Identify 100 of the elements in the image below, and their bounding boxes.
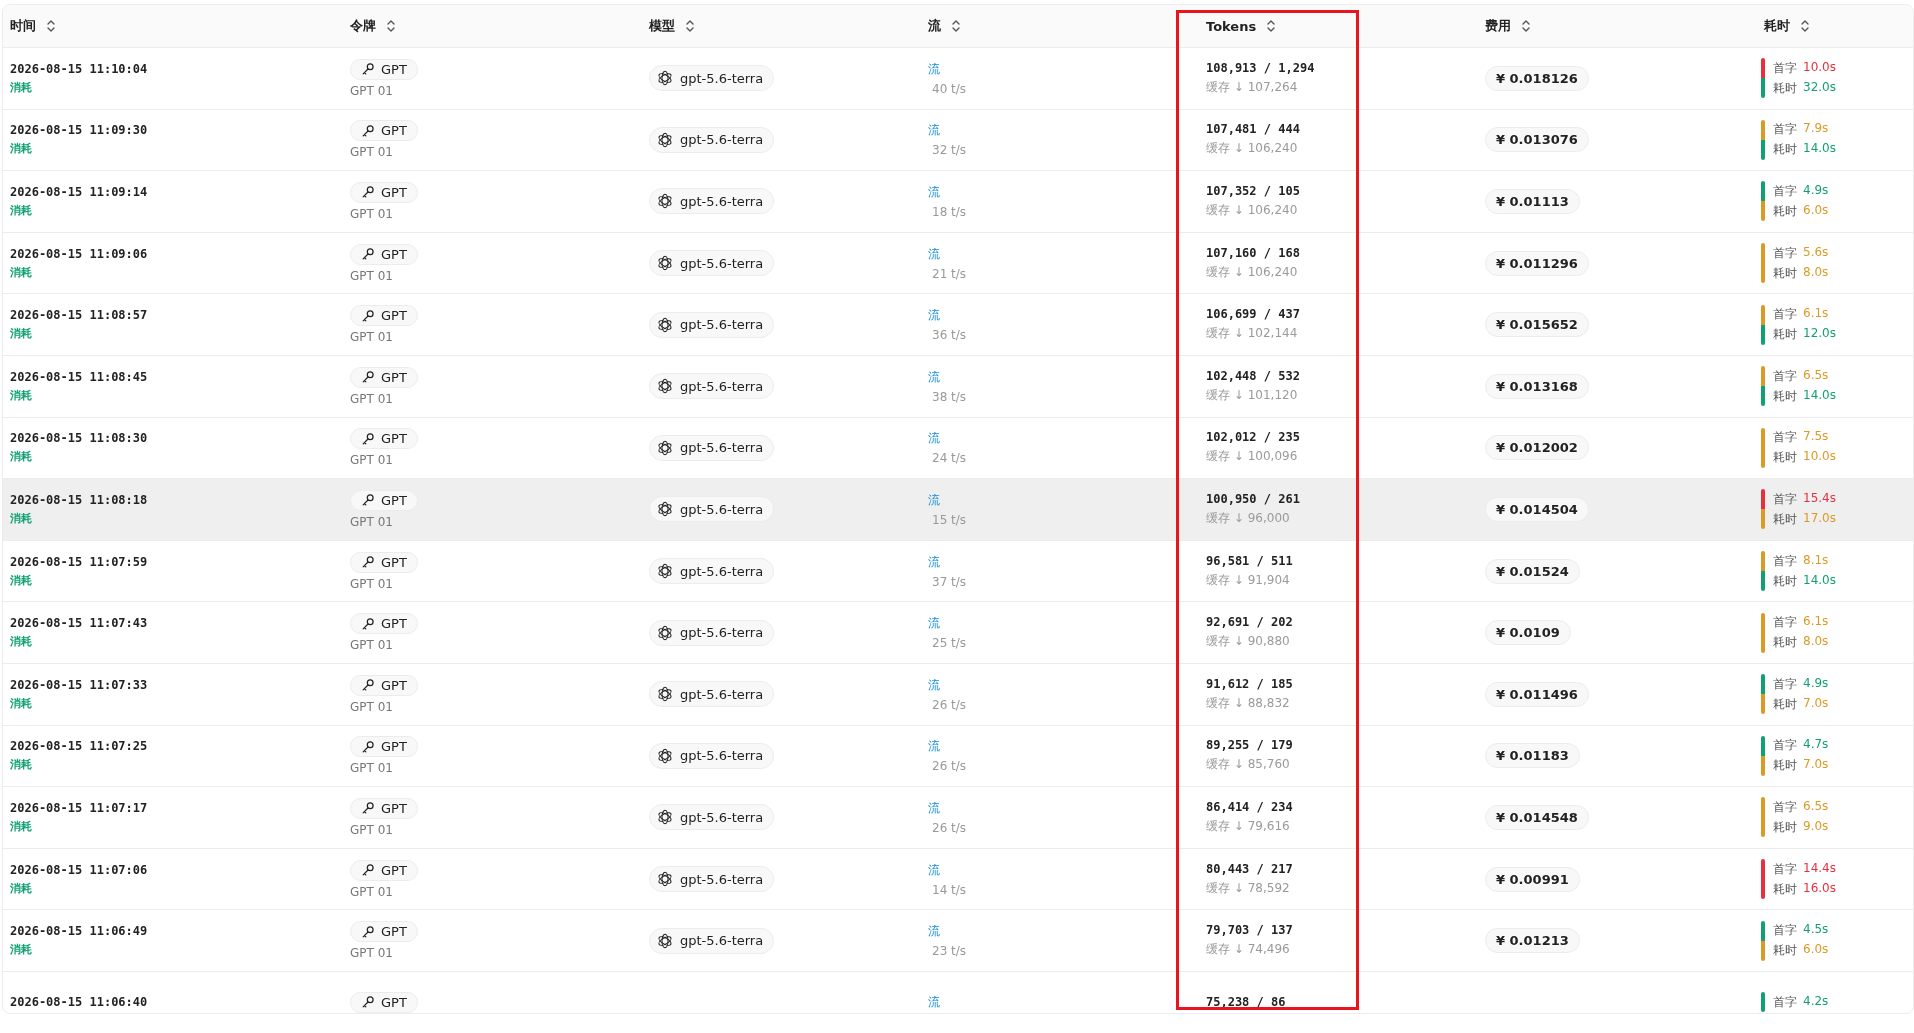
token-group: GPT 01	[350, 822, 642, 837]
latency-value: 16.0s	[1803, 880, 1836, 897]
speed-text: 26 t/s	[931, 759, 968, 774]
token-badge[interactable]: GPT	[350, 736, 418, 758]
model-badge[interactable]: gpt-5.6-terra	[649, 927, 775, 954]
model-badge[interactable]: gpt-5.6-terra	[649, 681, 775, 708]
log-type: 消耗	[10, 326, 33, 342]
table-row[interactable]: 2026-08-15 11:07:25 消耗 GPT GPT 01 gpt-5.6-terra 流 26 t/s 89,255 / 179 缓存 ↓ 85,760 ¥ 0.01183 首字 4.7s 耗时 7.0s	[3, 725, 1913, 788]
table-row[interactable]: 2026-08-15 11:07:17 消耗 GPT GPT 01 gpt-5.6-terra 流 26 t/s 86,414 / 234 缓存 ↓ 79,616 ¥ 0.014548 首字 6.5s 耗时 9.0s	[3, 787, 1913, 849]
sort-icon[interactable]	[1800, 19, 1810, 33]
key-icon	[361, 995, 375, 1010]
key-icon	[361, 678, 375, 693]
stream-tag: 流	[928, 738, 1199, 756]
sort-icon[interactable]	[951, 19, 961, 33]
column-header[interactable]: 耗时	[1764, 17, 1790, 35]
table-row[interactable]: 2026-08-15 11:07:06 消耗 GPT GPT 01 gpt-5.6-terra 流 14 t/s 80,443 / 217 缓存 ↓ 78,592 ¥ 0.00991 首字 14.4s 耗时 16.0s	[3, 848, 1913, 911]
token-group: GPT 01	[350, 453, 642, 468]
model-badge[interactable]: gpt-5.6-terra	[649, 65, 775, 92]
table-row[interactable]: 2026-08-15 11:09:06 消耗 GPT GPT 01 gpt-5.6-terra 流 21 t/s 107,160 / 168 缓存 ↓ 106,240 ¥ 0.011296 首字 5.6s 耗时 8.0s	[3, 232, 1913, 295]
model-badge[interactable]: gpt-5.6-terra	[649, 742, 775, 769]
token-badge[interactable]: GPT	[350, 859, 418, 881]
latency-value: 10.0s	[1803, 449, 1836, 466]
token-badge[interactable]: GPT	[350, 120, 418, 142]
token-count: 89,255 / 179	[1206, 738, 1294, 753]
stream-tag: 流	[928, 993, 1199, 1011]
token-badge[interactable]: GPT	[350, 674, 418, 696]
sort-icon[interactable]	[1521, 19, 1531, 33]
table-row[interactable]: 2026-08-15 11:08:57 消耗 GPT GPT 01 gpt-5.6-terra 流 36 t/s 106,699 / 437 缓存 ↓ 102,144 ¥ 0.015652 首字 6.1s 耗时 12.0s	[3, 294, 1913, 356]
column-header[interactable]: 模型	[649, 17, 675, 35]
table-row[interactable]: 2026-08-15 11:06:49 消耗 GPT GPT 01 gpt-5.6-terra 流 23 t/s 79,703 / 137 缓存 ↓ 74,496 ¥ 0.01213 首字 4.5s 耗时 6.0s	[3, 910, 1913, 972]
table-row[interactable]: 2026-08-15 11:07:33 消耗 GPT GPT 01 gpt-5.6-terra 流 26 t/s 91,612 / 185 缓存 ↓ 88,832 ¥ 0.011496 首字 4.9s 耗时 7.0s	[3, 663, 1913, 726]
log-type: 消耗	[10, 880, 33, 896]
latency-value: 6.5s	[1803, 367, 1829, 384]
column-header[interactable]: 时间	[10, 17, 36, 35]
sort-icon[interactable]	[386, 19, 396, 33]
sort-icon[interactable]	[685, 19, 695, 33]
table-row[interactable]: 2026-08-15 11:10:04 消耗 GPT GPT 01 gpt-5.6-terra 流 40 t/s 108,913 / 1,294 缓存 ↓ 107,264 ¥ 0.018126 首字 10.0s 耗时 32.0s	[3, 48, 1913, 110]
model-logo-icon	[656, 623, 674, 642]
cache-count: 缓存 ↓ 100,096	[1206, 448, 1299, 466]
model-badge[interactable]: gpt-5.6-terra	[649, 250, 775, 277]
stream-tag: 流	[928, 368, 1199, 386]
token-badge[interactable]: GPT	[350, 428, 418, 450]
key-icon	[361, 185, 375, 200]
table-row[interactable]: 2026-08-15 11:06:40 GPT 流 75,238 / 86 首字 4.2s	[3, 971, 1913, 1013]
table-row[interactable]: 2026-08-15 11:09:30 消耗 GPT GPT 01 gpt-5.6-terra 流 32 t/s 107,481 / 444 缓存 ↓ 106,240 ¥ 0.013076 首字 7.9s 耗时 14.0s	[3, 109, 1913, 172]
model-badge[interactable]: gpt-5.6-terra	[649, 434, 775, 461]
token-badge[interactable]: GPT	[350, 489, 418, 511]
column-header[interactable]: 流	[928, 17, 941, 35]
token-badge[interactable]: GPT	[350, 797, 418, 819]
column-header[interactable]: 费用	[1485, 17, 1511, 35]
column-header[interactable]: Tokens	[1206, 18, 1257, 34]
token-badge[interactable]: GPT	[350, 243, 418, 265]
log-type: 消耗	[10, 203, 33, 218]
model-badge[interactable]: gpt-5.6-terra	[649, 188, 775, 215]
table-row[interactable]: 2026-08-15 11:07:43 消耗 GPT GPT 01 gpt-5.6-terra 流 25 t/s 92,691 / 202 缓存 ↓ 90,880 ¥ 0.0109 首字 6.1s 耗时 8.0s	[3, 602, 1913, 664]
token-badge[interactable]: GPT	[350, 613, 418, 635]
model-badge[interactable]: gpt-5.6-terra	[649, 558, 775, 585]
cache-count: 缓存 ↓ 106,240	[1206, 202, 1299, 219]
latency-label: 首字	[1773, 183, 1797, 200]
cost-badge: ¥ 0.015652	[1485, 312, 1589, 338]
log-type: 消耗	[10, 757, 33, 773]
model-badge[interactable]: gpt-5.6-terra	[649, 311, 775, 338]
token-badge[interactable]: GPT	[350, 921, 418, 943]
token-badge[interactable]: GPT	[350, 551, 418, 573]
cost-badge: ¥ 0.0109	[1485, 620, 1571, 646]
model-logo-icon	[656, 69, 674, 88]
token-badge[interactable]: GPT	[350, 58, 418, 80]
stream-tag: 流	[928, 553, 1199, 571]
sort-icon[interactable]	[1266, 19, 1277, 33]
latency-label: 首字	[1773, 675, 1797, 693]
timestamp: 2026-08-15 11:10:04	[10, 61, 149, 76]
model-badge[interactable]: gpt-5.6-terra	[649, 126, 775, 153]
model-badge[interactable]: gpt-5.6-terra	[649, 619, 775, 646]
table-row[interactable]: 2026-08-15 11:07:59 消耗 GPT GPT 01 gpt-5.6-terra 流 37 t/s 96,581 / 511 缓存 ↓ 91,904 ¥ 0.01524 首字 8.1s 耗时 14.0s	[3, 540, 1913, 603]
cache-count: 缓存 ↓ 85,760	[1206, 756, 1291, 774]
latency-value: 14.0s	[1803, 141, 1836, 158]
model-badge[interactable]: gpt-5.6-terra	[649, 496, 775, 523]
latency-label: 首字	[1773, 552, 1797, 570]
token-badge[interactable]: GPT	[350, 991, 418, 1013]
column-header[interactable]: 令牌	[350, 17, 376, 35]
timestamp: 2026-08-15 11:07:33	[10, 677, 149, 692]
latency-value: 7.0s	[1803, 757, 1829, 774]
latency-value: 5.6s	[1803, 244, 1829, 261]
speed-text: 26 t/s	[931, 697, 968, 712]
cost-badge: ¥ 0.01183	[1485, 743, 1580, 769]
sort-icon[interactable]	[46, 19, 56, 33]
model-badge[interactable]: gpt-5.6-terra	[649, 804, 775, 831]
model-badge[interactable]: gpt-5.6-terra	[649, 866, 775, 892]
speed-text: 14 t/s	[931, 882, 968, 897]
table-row[interactable]: 2026-08-15 11:08:18 消耗 GPT GPT 01 gpt-5.6-terra 流 15 t/s 100,950 / 261 缓存 ↓ 96,000 ¥ 0.014504 首字 15.4s 耗时 17.0s	[3, 479, 1913, 541]
latency-label: 耗时	[1773, 203, 1797, 220]
table-row[interactable]: 2026-08-15 11:09:14 消耗 GPT GPT 01 gpt-5.6-terra 流 18 t/s 107,352 / 105 缓存 ↓ 106,240 ¥ 0.01113 首字 4.9s 耗时 6.0s	[3, 171, 1913, 233]
cost-badge: ¥ 0.012002	[1485, 435, 1589, 461]
cache-count: 缓存 ↓ 107,264	[1206, 78, 1299, 96]
stream-tag: 流	[928, 923, 1199, 941]
token-badge[interactable]: GPT	[350, 182, 418, 203]
token-badge[interactable]: GPT	[350, 366, 418, 388]
token-badge[interactable]: GPT	[350, 305, 418, 327]
table-row[interactable]: 2026-08-15 11:08:45 消耗 GPT GPT 01 gpt-5.6-terra 流 38 t/s 102,448 / 532 缓存 ↓ 101,120 ¥ 0.013168 首字 6.5s 耗时 14.0s	[3, 355, 1913, 418]
model-badge[interactable]: gpt-5.6-terra	[649, 373, 775, 400]
